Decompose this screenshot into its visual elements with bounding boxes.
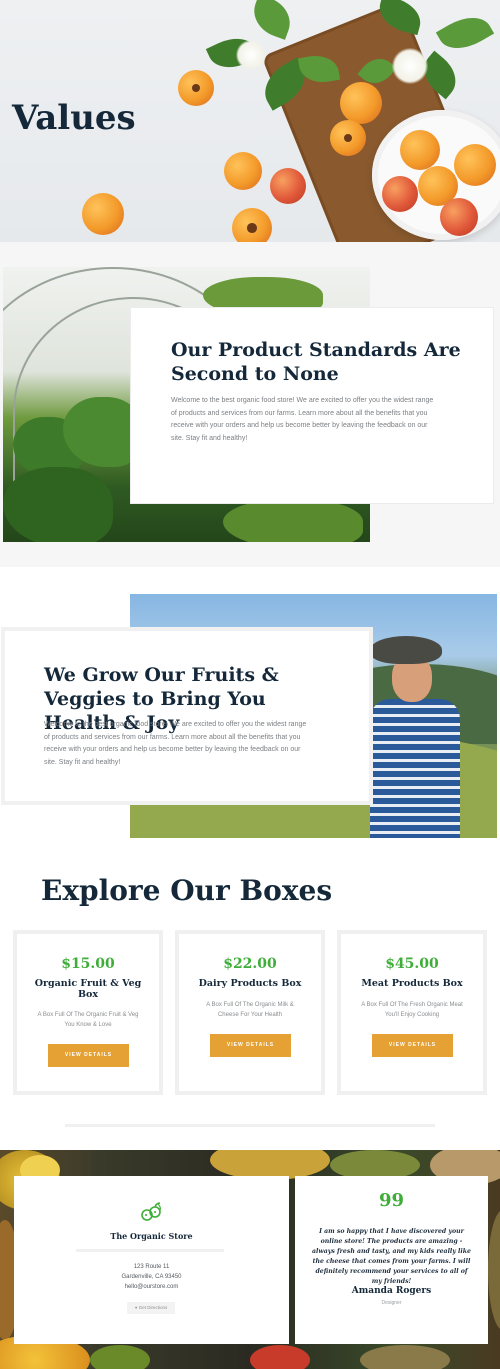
testimonial-text: I am so happy that I have discovered you… <box>312 1228 471 1285</box>
apricot-image <box>82 193 124 235</box>
store-email[interactable]: hello@ourstore.com <box>14 1284 289 1290</box>
get-directions-label: Get Directions <box>138 1305 168 1310</box>
box-price: $45.00 <box>385 956 439 972</box>
fruit-basket-icon <box>141 1202 161 1221</box>
page-title: Values <box>12 98 136 138</box>
get-directions-button[interactable]: ● Get Directions <box>127 1302 175 1314</box>
standards-text: Welcome to the best organic food store! … <box>171 397 434 442</box>
box-description: A Box Full Of The Organic Milk & Cheese … <box>206 1002 294 1018</box>
apricot-half-image <box>178 70 214 106</box>
hero-banner: Values <box>0 0 500 242</box>
testimonial-role: Designer <box>381 1300 402 1306</box>
standards-heading: Our Product Standards Are Second to None <box>171 339 461 385</box>
apricot-image <box>270 168 306 204</box>
box-name: Organic Fruit & Veg Box <box>34 978 142 1000</box>
box-card: $15.00 Organic Fruit & Veg Box A Box Ful… <box>13 930 163 1095</box>
leaf-decoration <box>247 0 297 40</box>
apricot-image <box>224 152 262 190</box>
testimonial-card: 99 I am so happy that I have discovered … <box>295 1176 488 1344</box>
quote-icon: 99 <box>378 1190 405 1211</box>
store-divider <box>76 1249 224 1252</box>
apricot-half-image <box>330 120 366 156</box>
flower-decoration <box>392 48 428 84</box>
box-card: $22.00 Dairy Products Box A Box Full Of … <box>175 930 325 1095</box>
store-card: The Organic Store 123 Route 11 Gardenvil… <box>14 1176 289 1344</box>
view-details-button[interactable]: VIEW DETAILS <box>210 1034 291 1057</box>
apricot-image <box>440 198 478 236</box>
grow-text: Welcome to the best organic food store! … <box>44 721 307 766</box>
testimonial-author: Amanda Rogers <box>351 1286 432 1296</box>
produce-decoration <box>488 1210 500 1330</box>
box-description: A Box Full Of The Fresh Organic Meat You… <box>361 1002 463 1018</box>
flower-decoration <box>236 40 266 70</box>
map-pin-icon: ● <box>134 1305 138 1310</box>
box-card: $45.00 Meat Products Box A Box Full Of T… <box>337 930 487 1095</box>
produce-decoration <box>360 1345 450 1369</box>
boxes-title: Explore Our Boxes <box>41 874 333 907</box>
box-name: Meat Products Box <box>361 978 463 989</box>
apricot-image <box>382 176 418 212</box>
apricot-image <box>340 82 382 124</box>
section-divider <box>65 1124 435 1127</box>
box-name: Dairy Products Box <box>198 978 302 989</box>
apricot-half-image <box>232 208 272 242</box>
grow-card: We Grow Our Fruits & Veggies to Bring Yo… <box>5 631 369 801</box>
store-address-line1: 123 Route 11 <box>133 1264 170 1270</box>
standards-card: Our Product Standards Are Second to None… <box>131 308 493 503</box>
farmer-hat <box>370 636 442 664</box>
box-description: A Box Full Of The Organic Fruit & Veg Yo… <box>37 1012 139 1028</box>
apricot-image <box>454 144 496 186</box>
view-details-button[interactable]: VIEW DETAILS <box>48 1044 129 1067</box>
store-address-line2: Gardenville, CA 93450 <box>121 1274 182 1280</box>
produce-decoration <box>90 1345 150 1369</box>
store-name: The Organic Store <box>110 1231 193 1241</box>
farmer-shirt <box>370 699 460 838</box>
plant-decoration <box>223 499 363 542</box>
leaf-decoration <box>435 7 495 59</box>
box-price: $22.00 <box>223 956 277 972</box>
apricot-image <box>400 130 440 170</box>
plant-decoration <box>3 467 113 542</box>
box-price: $15.00 <box>61 956 115 972</box>
view-details-button[interactable]: VIEW DETAILS <box>372 1034 453 1057</box>
produce-decoration <box>250 1345 310 1369</box>
